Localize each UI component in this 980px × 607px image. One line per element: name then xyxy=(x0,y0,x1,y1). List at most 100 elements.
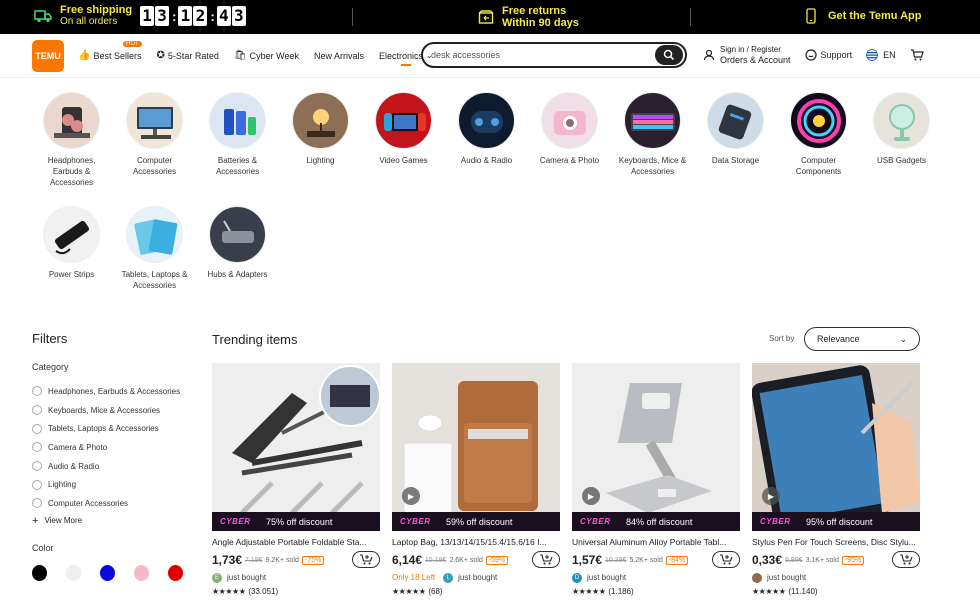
sort-select[interactable]: Relevance ⌄ xyxy=(804,327,920,351)
category-filter-option[interactable]: Audio & Radio xyxy=(32,457,202,476)
cart-link[interactable] xyxy=(910,49,924,61)
color-swatch-pink[interactable] xyxy=(134,564,149,581)
category-filter-option[interactable]: Lighting xyxy=(32,475,202,494)
nav-new-arrivals[interactable]: New Arrivals xyxy=(314,50,364,61)
add-to-cart-button[interactable] xyxy=(532,551,560,568)
header-actions: Sign in / Register Orders & Account Supp… xyxy=(703,45,938,65)
cyber-week-banner: CYBER 95% off discount xyxy=(752,512,920,531)
rating[interactable]: ★★★★★ (1.186) xyxy=(572,587,740,596)
category-headphones[interactable]: Headphones, Earbuds & Accessories xyxy=(30,92,113,200)
add-to-cart-button[interactable] xyxy=(352,551,380,568)
category-computer-accessories[interactable]: Computer Accessories xyxy=(113,92,196,200)
category-filter-option[interactable]: Headphones, Earbuds & Accessories xyxy=(32,382,202,401)
product-card[interactable]: ▶ CYBER 95% off discount Stylus Pen For … xyxy=(752,363,920,596)
option-label: Headphones, Earbuds & Accessories xyxy=(48,386,181,396)
price-row: 0,33€ 6,99€ 3.1K+ sold -95% xyxy=(752,551,920,568)
category-label: Computer Components xyxy=(795,156,842,176)
category-hubs-adapters[interactable]: Hubs & Adapters xyxy=(196,206,279,314)
add-cart-icon xyxy=(900,554,913,565)
color-swatch-red[interactable] xyxy=(168,564,183,581)
search-button[interactable] xyxy=(655,45,683,65)
logo-text: TEMU xyxy=(35,51,61,61)
category-grid: Headphones, Earbuds & Accessories Comput… xyxy=(30,92,950,320)
bag-icon: 🛍 xyxy=(233,50,247,61)
category-tablets[interactable]: Tablets, Laptops & Accessories xyxy=(113,206,196,314)
category-keyboards[interactable]: Keyboards, Mice & Accessories xyxy=(611,92,694,200)
play-video-icon[interactable]: ▶ xyxy=(402,487,420,505)
category-power-strips[interactable]: Power Strips xyxy=(30,206,113,314)
thumbs-up-icon: 👍 xyxy=(78,50,91,61)
get-app-text: Get the Temu App xyxy=(828,10,922,22)
product-image[interactable]: ▶ CYBER 59% off discount xyxy=(392,363,560,531)
filters-panel: Filters Category Headphones, Earbuds & A… xyxy=(32,331,202,581)
product-card[interactable]: ▶ CYBER 59% off discount Laptop Bag, 13/… xyxy=(392,363,560,596)
get-app-promo[interactable]: Get the Temu App xyxy=(806,8,922,24)
rating[interactable]: ★★★★★ (11.140) xyxy=(752,587,920,596)
category-video-games[interactable]: Video Games xyxy=(362,92,445,200)
play-video-icon[interactable]: ▶ xyxy=(762,487,780,505)
free-shipping-promo[interactable]: Free shipping On all orders 1 3 : 1 2 : … xyxy=(34,5,247,27)
color-swatch-blue[interactable] xyxy=(100,564,115,581)
product-title[interactable]: Universal Aluminum Alloy Portable Tabl..… xyxy=(572,537,740,547)
product-title[interactable]: Angle Adjustable Portable Foldable Sta..… xyxy=(212,537,380,547)
option-label: Computer Accessories xyxy=(48,498,129,508)
camera-icon xyxy=(541,92,598,149)
color-swatch-white[interactable] xyxy=(66,564,81,581)
category-filter-option[interactable]: Keyboards, Mice & Accessories xyxy=(32,401,202,420)
cyber-week-logo: CYBER xyxy=(580,517,611,526)
stars-icon: ★★★★★ xyxy=(572,587,606,596)
product-card[interactable]: ▶ CYBER 84% off discount Universal Alumi… xyxy=(572,363,740,596)
category-filter-option[interactable]: Computer Accessories xyxy=(32,494,202,513)
category-batteries[interactable]: Batteries & Accessories xyxy=(196,92,279,200)
account-link[interactable]: Sign in / Register Orders & Account xyxy=(703,45,791,65)
nav-cyber-week[interactable]: 🛍 Cyber Week xyxy=(234,50,299,61)
product-title[interactable]: Stylus Pen For Touch Screens, Disc Stylu… xyxy=(752,537,920,547)
play-video-icon[interactable]: ▶ xyxy=(582,487,600,505)
keyboard-icon xyxy=(624,92,681,149)
nav-five-star[interactable]: ✪ 5-Star Rated xyxy=(156,50,218,61)
product-title[interactable]: Laptop Bag, 13/13/14/15/15.4/15.6/16 I..… xyxy=(392,537,560,547)
product-image[interactable]: ▶ CYBER 95% off discount xyxy=(752,363,920,531)
cyber-discount: 59% off discount xyxy=(446,516,513,527)
product-image[interactable]: ▶ CYBER 84% off discount xyxy=(572,363,740,531)
phone-icon xyxy=(806,8,816,24)
countdown-digit: 1 xyxy=(140,6,155,26)
support-link[interactable]: Support xyxy=(804,49,853,61)
color-swatch-black[interactable] xyxy=(32,564,47,581)
sort-value: Relevance xyxy=(817,334,860,344)
nav-best-sellers[interactable]: 👍 Best Sellers HOT xyxy=(78,41,142,61)
rating[interactable]: ★★★★★ (33.051) xyxy=(212,587,380,596)
cyber-week-logo: CYBER xyxy=(760,517,791,526)
free-returns-promo[interactable]: Free returns Within 90 days xyxy=(478,5,579,29)
view-more-button[interactable]: + View More xyxy=(32,515,202,527)
category-usb-gadgets[interactable]: USB Gadgets xyxy=(860,92,943,200)
signin-label: Sign in / Register xyxy=(720,45,781,54)
category-camera-photo[interactable]: Camera & Photo xyxy=(528,92,611,200)
category-audio-radio[interactable]: Audio & Radio xyxy=(445,92,528,200)
just-bought-text: just bought xyxy=(587,573,627,582)
category-lighting[interactable]: Lighting xyxy=(279,92,362,200)
product-image[interactable]: CYBER 75% off discount xyxy=(212,363,380,531)
product-card[interactable]: CYBER 75% off discount Angle Adjustable … xyxy=(212,363,380,596)
recent-purchase: E just bought xyxy=(212,572,380,583)
original-price: 7,19€ xyxy=(245,556,263,564)
product-price: 0,33€ xyxy=(752,553,783,567)
category-filter-option[interactable]: Tablets, Laptops & Accessories xyxy=(32,419,202,438)
header: TEMU 👍 Best Sellers HOT ✪ 5-Star Rated 🛍… xyxy=(0,34,980,78)
support-label: Support xyxy=(820,50,853,60)
category-label: Tablets, Laptops & Accessories xyxy=(121,270,188,290)
shipping-title: Free shipping xyxy=(60,4,133,16)
tablet-stand-icon xyxy=(606,383,712,513)
temu-logo[interactable]: TEMU xyxy=(32,40,64,72)
category-filter-option[interactable]: Camera & Photo xyxy=(32,438,202,457)
cyber-week-logo: CYBER xyxy=(400,517,431,526)
language-selector[interactable]: EN xyxy=(866,49,896,61)
category-data-storage[interactable]: Data Storage xyxy=(694,92,777,200)
rating[interactable]: ★★★★★ (68) xyxy=(392,587,560,596)
category-label: Camera & Photo xyxy=(539,156,600,165)
recent-purchase: Only 18 Left L just bought xyxy=(392,572,560,583)
add-to-cart-button[interactable] xyxy=(892,551,920,568)
category-computer-components[interactable]: Computer Components xyxy=(777,92,860,200)
add-to-cart-button[interactable] xyxy=(712,551,740,568)
search-input[interactable] xyxy=(431,46,651,64)
